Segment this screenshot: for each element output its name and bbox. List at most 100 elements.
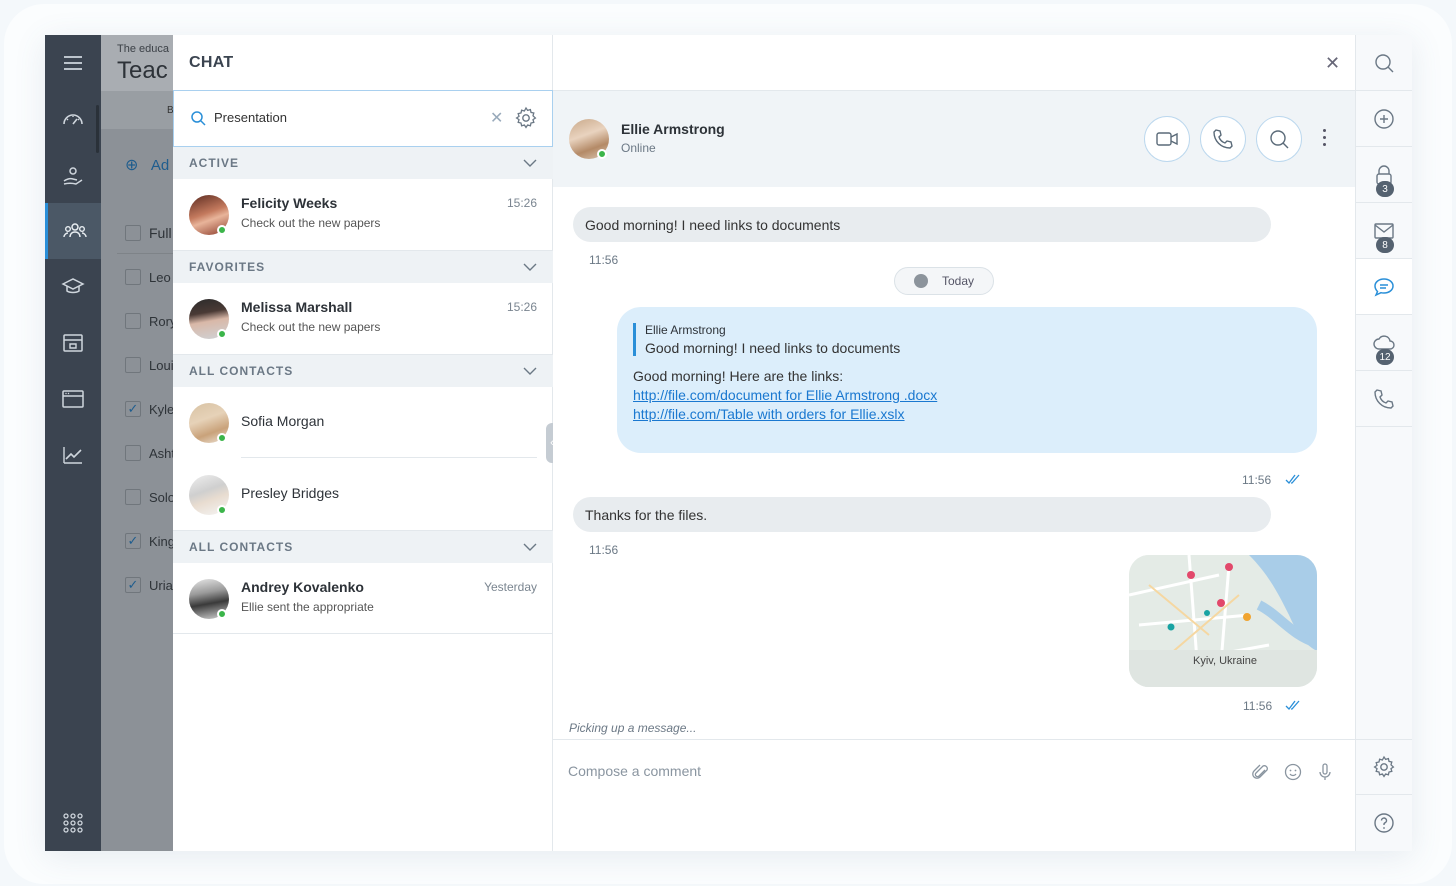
quoted-message[interactable]: Ellie Armstrong Good morning! I need lin… bbox=[633, 323, 900, 356]
menu-button[interactable] bbox=[45, 35, 101, 91]
voice-call-button[interactable] bbox=[1200, 116, 1246, 162]
checkbox-checked-icon: ✓ bbox=[125, 577, 141, 593]
online-status-dot bbox=[597, 149, 607, 159]
chevron-down-icon bbox=[523, 543, 537, 551]
checkbox-icon bbox=[125, 269, 141, 285]
contact-item-andrey-kovalenko[interactable]: Andrey Kovalenko Ellie sent the appropri… bbox=[173, 563, 553, 635]
date-separator: Today bbox=[894, 267, 994, 295]
close-chat-icon[interactable]: ✕ bbox=[1325, 53, 1340, 74]
search-conversation-button[interactable] bbox=[1256, 116, 1302, 162]
video-call-button[interactable] bbox=[1144, 116, 1190, 162]
phone-icon bbox=[1213, 129, 1233, 149]
contact-name: Sofia Morgan bbox=[241, 413, 325, 429]
nav-browser[interactable] bbox=[45, 371, 101, 427]
mail-button[interactable]: 8 bbox=[1356, 203, 1412, 259]
background-row-label: Loui bbox=[149, 357, 173, 373]
message-time: 11:56 bbox=[1242, 473, 1272, 487]
hand-heart-icon bbox=[63, 167, 83, 185]
contact-name: Felicity Weeks bbox=[241, 195, 338, 211]
background-row-label: Solo bbox=[149, 489, 173, 505]
cloud-button[interactable]: 12 bbox=[1356, 315, 1412, 371]
compose-input[interactable]: Compose a comment bbox=[568, 763, 701, 779]
conversation-panel: Ellie Armstrong Online Good morning! I n… bbox=[553, 35, 1355, 851]
message-text: Good morning! Here are the links: bbox=[633, 368, 844, 384]
nav-donate[interactable] bbox=[45, 147, 101, 203]
hamburger-icon bbox=[64, 56, 82, 70]
message-body: Good morning! Here are the links: http:/… bbox=[633, 367, 937, 424]
checkbox-icon bbox=[125, 357, 141, 373]
map-image bbox=[1129, 555, 1317, 687]
chat-button[interactable] bbox=[1356, 259, 1412, 315]
cloud-count-badge: 12 bbox=[1376, 349, 1394, 365]
quote-author: Ellie Armstrong bbox=[645, 323, 726, 337]
contact-name: Melissa Marshall bbox=[241, 299, 353, 315]
section-active[interactable]: ACTIVE bbox=[173, 147, 553, 179]
background-add-label: Ad bbox=[150, 157, 170, 174]
emoji-icon[interactable] bbox=[1283, 762, 1303, 782]
contact-item-melissa-marshall[interactable]: Melissa Marshall Check out the new paper… bbox=[173, 283, 553, 355]
outgoing-message: Ellie Armstrong Good morning! I need lin… bbox=[617, 307, 1317, 453]
checkbox-checked-icon: ✓ bbox=[125, 533, 141, 549]
search-bar[interactable]: Presentation ✕ bbox=[173, 90, 553, 147]
contact-item-sofia-morgan[interactable]: Sofia Morgan bbox=[173, 387, 553, 459]
contact-time: Yesterday bbox=[484, 580, 537, 594]
background-row-label: Kyle bbox=[149, 401, 173, 417]
nav-analytics[interactable] bbox=[45, 427, 101, 483]
clear-search-icon[interactable]: ✕ bbox=[490, 108, 503, 128]
contact-item-presley-bridges[interactable]: Presley Bridges bbox=[173, 459, 553, 531]
section-favorites[interactable]: FAVORITES bbox=[173, 251, 553, 283]
section-label: ALL CONTACTS bbox=[189, 364, 294, 378]
nav-education[interactable] bbox=[45, 259, 101, 315]
message-time: 11:56 bbox=[1243, 699, 1273, 713]
checkbox-icon bbox=[125, 225, 141, 241]
spreadsheet-link[interactable]: http://file.com/Table with orders for El… bbox=[633, 405, 937, 424]
section-all-contacts[interactable]: ALL CONTACTS bbox=[173, 531, 553, 563]
phone-button[interactable] bbox=[1356, 371, 1412, 427]
incoming-message: Good morning! I need links to documents bbox=[573, 207, 1271, 242]
message-time: 11:56 bbox=[589, 543, 619, 557]
video-camera-icon bbox=[1156, 132, 1178, 146]
add-button[interactable] bbox=[1356, 91, 1412, 147]
help-button[interactable] bbox=[1356, 795, 1412, 851]
section-label: ACTIVE bbox=[189, 156, 240, 170]
divider bbox=[173, 633, 553, 634]
conversation-contact-status: Online bbox=[621, 141, 656, 155]
search-input[interactable]: Presentation bbox=[214, 110, 287, 125]
compose-area[interactable]: Compose a comment bbox=[553, 739, 1355, 851]
background-title: Teac bbox=[117, 57, 168, 84]
nav-community[interactable] bbox=[45, 203, 101, 259]
apps-grid-icon bbox=[63, 813, 83, 833]
location-map-attachment[interactable]: Kyiv, Ukraine bbox=[1129, 555, 1317, 687]
microphone-icon[interactable] bbox=[1315, 762, 1335, 782]
background-row: Asht bbox=[125, 445, 173, 461]
section-all-contacts[interactable]: ALL CONTACTS bbox=[173, 355, 553, 387]
chat-bubble-icon bbox=[1374, 277, 1394, 296]
help-circle-icon bbox=[1374, 813, 1394, 833]
section-label: FAVORITES bbox=[189, 260, 266, 274]
quote-text: Good morning! I need links to documents bbox=[645, 340, 901, 356]
background-row-label: Asht bbox=[149, 445, 173, 461]
contact-item-felicity-weeks[interactable]: Felicity Weeks Check out the new papers … bbox=[173, 179, 553, 251]
online-status-dot bbox=[217, 225, 227, 235]
settings-button[interactable] bbox=[1356, 739, 1412, 795]
background-row: Rory bbox=[125, 313, 173, 329]
lock-button[interactable]: 3 bbox=[1356, 147, 1412, 203]
checkbox-checked-icon: ✓ bbox=[125, 401, 141, 417]
background-row-label: Leo bbox=[149, 269, 171, 285]
right-tool-rail: 3 8 12 bbox=[1355, 35, 1412, 851]
search-button[interactable] bbox=[1356, 35, 1412, 91]
nav-builder[interactable] bbox=[45, 315, 101, 371]
lock-count-badge: 3 bbox=[1376, 181, 1394, 197]
checkbox-icon bbox=[125, 489, 141, 505]
more-options-icon[interactable] bbox=[1323, 129, 1327, 150]
chevron-down-icon bbox=[523, 367, 537, 375]
contact-last-message: Check out the new papers bbox=[241, 320, 381, 334]
document-link[interactable]: http://file.com/document for Ellie Armst… bbox=[633, 386, 937, 405]
conversation-contact-name: Ellie Armstrong bbox=[621, 121, 725, 137]
paperclip-icon[interactable] bbox=[1251, 762, 1271, 782]
online-status-dot bbox=[217, 433, 227, 443]
settings-gear-icon[interactable] bbox=[514, 106, 538, 130]
nav-dashboard[interactable] bbox=[45, 91, 101, 147]
background-row: Solo bbox=[125, 489, 173, 505]
apps-grid-button[interactable] bbox=[45, 795, 101, 851]
